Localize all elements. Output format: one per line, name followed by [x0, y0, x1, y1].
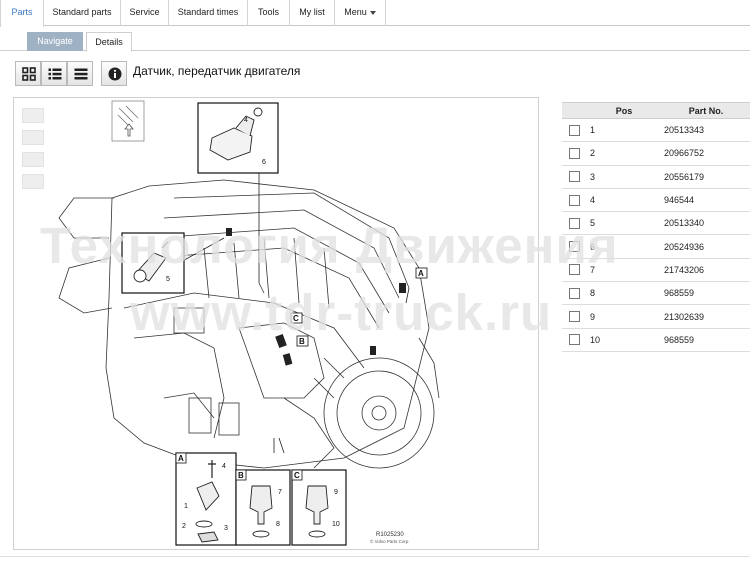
row-checkbox[interactable] [568, 217, 580, 229]
row-pos: 1 [586, 118, 662, 143]
menu-standard-times-label: Standard times [177, 7, 239, 17]
row-pos: 6 [586, 234, 662, 259]
row-part-no[interactable]: 20556179 [662, 165, 750, 189]
row-pos: 8 [586, 281, 662, 306]
row-checkbox[interactable] [568, 241, 580, 253]
svg-text:1: 1 [184, 503, 188, 510]
drawing-reference: R1025230 [376, 532, 404, 538]
row-pos: 5 [586, 211, 662, 236]
row-part-no[interactable]: 968559 [662, 328, 750, 352]
svg-text:A: A [178, 454, 184, 463]
row-checkbox[interactable] [568, 264, 580, 276]
detail-list-button[interactable] [67, 61, 93, 86]
list-view-icon [48, 68, 62, 80]
detail-list-icon [74, 68, 88, 80]
svg-text:C: C [294, 471, 300, 480]
tab-navigate[interactable]: Navigate [27, 32, 83, 51]
parts-table: Pos Part No. 1 20513343 2 20966752 3 205561… [562, 102, 750, 352]
svg-text:C: C [293, 314, 299, 323]
menu-dropdown[interactable]: Menu [335, 0, 386, 26]
table-row[interactable]: 10 968559 [562, 328, 750, 352]
table-row[interactable]: 1 20513343 [562, 118, 750, 143]
part-no-column-header: Part No. [662, 102, 750, 119]
row-part-no[interactable]: 20513343 [662, 118, 750, 143]
row-part-no[interactable]: 21302639 [662, 304, 750, 329]
svg-text:4: 4 [222, 463, 226, 470]
svg-text:B: B [238, 471, 244, 480]
menu-service[interactable]: Service [121, 0, 169, 26]
svg-text:5: 5 [166, 276, 170, 283]
info-icon [108, 67, 122, 81]
row-checkbox[interactable] [568, 334, 580, 346]
row-checkbox[interactable] [568, 194, 580, 206]
detail-box-a: A 4 1 2 3 [175, 452, 237, 546]
svg-text:4: 4 [244, 117, 248, 124]
table-row[interactable]: 3 20556179 [562, 165, 750, 189]
exploded-view-drawing[interactable]: 4 6 5 A C B A 4 1 2 3 B 7 8 C 9 10 R1025… [13, 97, 539, 550]
callout-box-6: 4 6 [197, 102, 279, 174]
page-title: Датчик, передатчик двигателя [133, 64, 301, 78]
sub-tabs: Navigate Details [0, 26, 750, 52]
row-pos: 2 [586, 141, 662, 166]
callout-box-5: 5 [121, 232, 185, 294]
svg-text:6: 6 [262, 159, 266, 166]
svg-text:B: B [299, 337, 305, 346]
menu-standard-parts-label: Standard parts [52, 7, 112, 17]
row-checkbox[interactable] [568, 311, 580, 323]
row-part-no[interactable]: 21743206 [662, 258, 750, 283]
svg-text:9: 9 [334, 489, 338, 496]
row-part-no[interactable]: 20966752 [662, 141, 750, 166]
row-part-no[interactable]: 946544 [662, 188, 750, 213]
row-checkbox[interactable] [568, 287, 580, 299]
svg-text:8: 8 [276, 521, 280, 528]
svg-text:A: A [418, 269, 424, 278]
menu-standard-parts[interactable]: Standard parts [44, 0, 121, 26]
pos-column-header: Pos [586, 102, 662, 119]
row-checkbox[interactable] [568, 171, 580, 183]
row-pos: 10 [586, 328, 662, 352]
menu-parts-label: Parts [11, 7, 33, 17]
svg-text:7: 7 [278, 489, 282, 496]
table-row[interactable]: 7 21743206 [562, 258, 750, 283]
select-column-header [562, 102, 586, 119]
row-checkbox[interactable] [568, 148, 580, 159]
svg-text:2: 2 [182, 523, 186, 530]
detail-box-c: C 9 10 [291, 469, 347, 546]
menu-my-list[interactable]: My list [290, 0, 335, 26]
table-row[interactable]: 6 20524936 [562, 234, 750, 259]
row-pos: 4 [586, 188, 662, 213]
row-pos: 3 [586, 165, 662, 189]
row-part-no[interactable]: 20513340 [662, 211, 750, 236]
menu-my-list-label: My list [299, 7, 325, 17]
svg-text:3: 3 [224, 525, 228, 532]
menu-parts[interactable]: Parts [0, 0, 44, 27]
table-row[interactable]: 5 20513340 [562, 211, 750, 236]
row-part-no[interactable]: 20524936 [662, 234, 750, 259]
drawing-copyright: © Volvo Parts Corp [370, 538, 409, 544]
table-row[interactable]: 4 946544 [562, 188, 750, 213]
menu-standard-times[interactable]: Standard times [169, 0, 248, 26]
menu-dropdown-label: Menu [344, 7, 367, 17]
row-pos: 7 [586, 258, 662, 283]
grid-view-icon [22, 67, 36, 81]
row-checkbox[interactable] [568, 124, 580, 136]
footer-divider [0, 556, 750, 557]
list-view-button[interactable] [41, 61, 67, 86]
tab-details[interactable]: Details [86, 32, 132, 52]
table-row[interactable]: 2 20966752 [562, 141, 750, 166]
grid-view-button[interactable] [15, 61, 41, 86]
menu-tools-label: Tools [257, 7, 279, 17]
engine-drawing: 4 6 5 A C B A 4 1 2 3 B 7 8 C 9 10 R1025… [58, 100, 440, 546]
table-row[interactable]: 8 968559 [562, 281, 750, 306]
row-pos: 9 [586, 304, 662, 329]
chevron-down-icon [369, 10, 376, 15]
row-part-no[interactable]: 968559 [662, 281, 750, 306]
menu-tools[interactable]: Tools [248, 0, 290, 26]
table-row[interactable]: 9 21302639 [562, 304, 750, 329]
menu-service-label: Service [129, 7, 160, 17]
detail-box-b: B 7 8 [235, 469, 291, 546]
main-menu: Parts Standard parts Service Standard ti… [0, 0, 750, 27]
svg-text:10: 10 [332, 521, 340, 528]
info-button[interactable] [101, 61, 127, 86]
